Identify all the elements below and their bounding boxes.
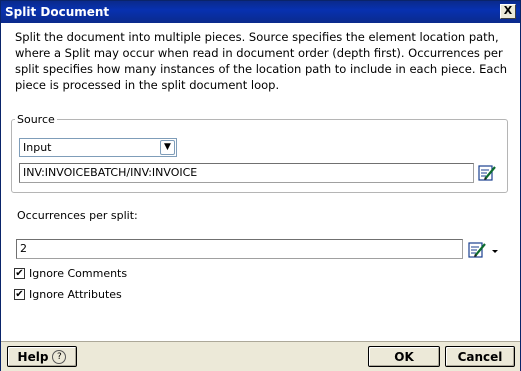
occurrences-label: Occurrences per split: [17,209,138,222]
dialog-description: Split the document into multiple pieces.… [15,30,508,92]
help-button[interactable]: Help ? [7,346,77,367]
checkmark-icon: ✔ [15,268,24,279]
title-bar: Split Document X [1,1,520,23]
cancel-button[interactable]: Cancel [445,346,515,367]
edit-expression-icon [468,242,498,258]
cancel-label: Cancel [457,349,503,364]
ignore-attributes-checkbox[interactable]: ✔ [14,289,25,300]
edit-xpath-icon [478,165,496,181]
ok-label: OK [394,349,414,364]
occurrences-input[interactable]: 2 [16,239,463,259]
source-path-input[interactable]: INV:INVOICEBATCH/INV:INVOICE [19,163,474,183]
chevron-down-icon[interactable]: ▼ [160,140,175,155]
ok-button[interactable]: OK [368,346,440,367]
source-path-value: INV:INVOICEBATCH/INV:INVOICE [23,166,198,179]
ignore-comments-checkbox[interactable]: ✔ [14,268,25,279]
close-icon: X [503,4,513,17]
source-legend: Source [15,113,57,126]
ignore-comments-label: Ignore Comments [29,267,128,280]
window-title: Split Document [5,5,110,19]
dialog-footer [1,341,520,371]
ignore-attributes-label: Ignore Attributes [29,288,122,301]
occurrences-editor-button[interactable] [468,240,500,260]
occurrences-value: 2 [20,242,27,255]
split-document-dialog: Split Document X Split the document into… [0,0,521,371]
help-icon: ? [52,349,67,364]
checkmark-icon: ✔ [15,289,24,300]
dropdown-arrow-icon [492,250,498,253]
source-type-select[interactable]: Input ▼ [19,138,177,157]
close-button[interactable]: X [500,4,516,19]
xpath-editor-button[interactable] [477,163,497,183]
source-type-value: Input [23,141,52,154]
help-label: Help [17,349,49,364]
